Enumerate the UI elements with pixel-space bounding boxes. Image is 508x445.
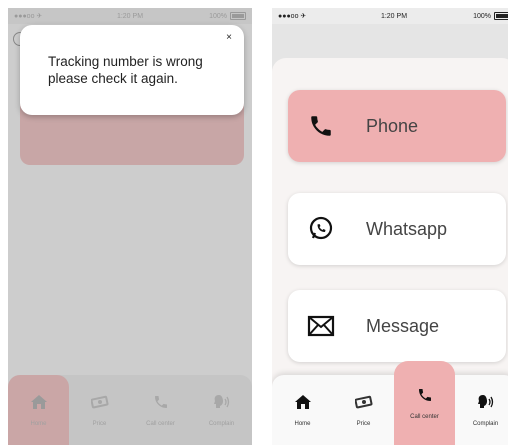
tab-label: Price xyxy=(356,421,371,427)
status-bar: ●●●oo ✈ 1:20 PM 100% xyxy=(272,8,508,24)
money-icon xyxy=(90,393,109,411)
tab-label: Price xyxy=(92,421,107,427)
home-icon xyxy=(30,393,48,411)
tab-complain[interactable]: Complain xyxy=(191,375,252,445)
phone-icon xyxy=(304,109,338,143)
envelope-icon xyxy=(304,309,338,343)
phone-button[interactable]: Phone xyxy=(288,90,506,162)
message-button[interactable]: Message xyxy=(288,290,506,362)
close-button[interactable]: × xyxy=(222,31,236,45)
tab-label: Home xyxy=(294,421,311,427)
money-icon xyxy=(354,393,373,411)
home-screen-with-popup: ●●●oo ✈ 1:20 PM 100% × Tracking number i… xyxy=(8,8,252,445)
home-icon xyxy=(294,393,312,411)
whatsapp-icon xyxy=(304,212,338,246)
tab-home[interactable]: Home xyxy=(8,375,69,445)
tab-label: Call center xyxy=(146,421,175,427)
whatsapp-label: Whatsapp xyxy=(366,218,448,239)
tab-label: Home xyxy=(30,421,47,427)
battery-icon xyxy=(494,12,508,20)
whatsapp-button[interactable]: Whatsapp xyxy=(288,193,506,265)
tab-label: Complain xyxy=(472,421,499,427)
battery-percent: 100% xyxy=(473,12,491,20)
tab-home[interactable]: Home xyxy=(272,375,333,445)
phone-label: Phone xyxy=(366,115,419,136)
tab-price[interactable]: Price xyxy=(69,375,130,445)
speaking-head-icon xyxy=(477,393,495,411)
battery-icon xyxy=(230,12,246,20)
popup-message: Tracking number is wrong please check it… xyxy=(48,54,203,86)
carrier-signal: ●●●oo ✈ xyxy=(14,13,43,20)
tab-call-center[interactable]: Call center xyxy=(394,361,455,445)
error-popup: × Tracking number is wrong please check … xyxy=(20,25,244,115)
message-label: Message xyxy=(366,315,440,336)
speaking-head-icon xyxy=(213,393,231,411)
tab-complain[interactable]: Complain xyxy=(455,375,508,445)
tab-label: Complain xyxy=(208,421,235,427)
tab-price[interactable]: Price xyxy=(333,375,394,445)
phone-icon xyxy=(152,393,170,411)
call-center-screen: ●●●oo ✈ 1:20 PM 100% Phone Whatsapp Mess… xyxy=(272,8,508,445)
battery-percent: 100% xyxy=(209,12,227,20)
tab-call-center[interactable]: Call center xyxy=(130,375,191,445)
tab-label: Call center xyxy=(410,414,439,420)
status-bar: ●●●oo ✈ 1:20 PM 100% xyxy=(8,8,252,24)
carrier-signal: ●●●oo ✈ xyxy=(278,13,307,20)
bottom-tab-bar: Home Price Call center Complain xyxy=(8,375,252,445)
bottom-tab-bar: Home Price Call center Complain xyxy=(272,361,508,445)
phone-icon xyxy=(416,386,434,404)
